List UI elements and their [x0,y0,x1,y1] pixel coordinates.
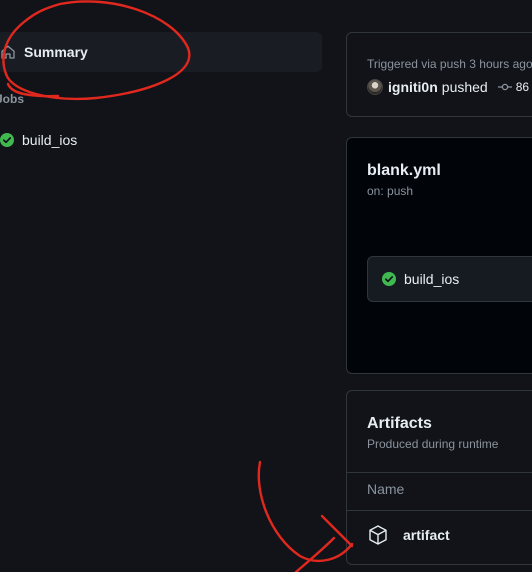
artifacts-subtitle: Produced during runtime [367,437,499,451]
artifact-row[interactable]: artifact [367,521,450,549]
artifacts-title: Artifacts [367,415,432,432]
workflow-run-page: Summary Jobs build_ios Triggered via pus… [0,0,532,572]
sidebar-item-summary[interactable]: Summary [0,32,322,72]
jobs-heading: Jobs [0,92,25,106]
commit-sha-link[interactable]: 86 [516,80,529,94]
sidebar-item-label: Summary [24,44,88,60]
divider [347,510,532,511]
trigger-text: Triggered via push 3 hours ago [367,57,532,71]
workflow-file-title: blank.yml [367,162,441,179]
home-icon [0,44,16,60]
workflow-graph-card: blank.yml on: push build_ios [346,137,532,374]
pusher-username[interactable]: igniti0n [388,79,438,95]
artifact-name-link[interactable]: artifact [403,527,450,543]
run-trigger-card: Triggered via push 3 hours ago igniti0n … [346,32,532,117]
annotation-arrowhead [294,536,336,572]
sidebar-item-label: build_ios [22,132,78,148]
workflow-trigger: on: push [367,184,414,198]
push-action-text: pushed [441,79,488,95]
artifacts-card: Artifacts Produced during runtime Name a… [346,390,532,565]
job-node-label: build_ios [404,271,460,287]
divider [347,472,532,473]
sidebar-item-build-ios[interactable]: build_ios [0,130,77,150]
check-circle-icon [0,133,14,147]
pusher-row: igniti0n pushed 86 [367,79,529,95]
package-icon [367,524,389,546]
git-commit-icon [497,80,512,94]
avatar[interactable] [367,79,383,95]
artifacts-name-column-header: Name [367,481,405,497]
job-node-build-ios[interactable]: build_ios [367,256,532,302]
check-circle-icon [382,272,396,286]
annotation-arrow [257,460,354,563]
